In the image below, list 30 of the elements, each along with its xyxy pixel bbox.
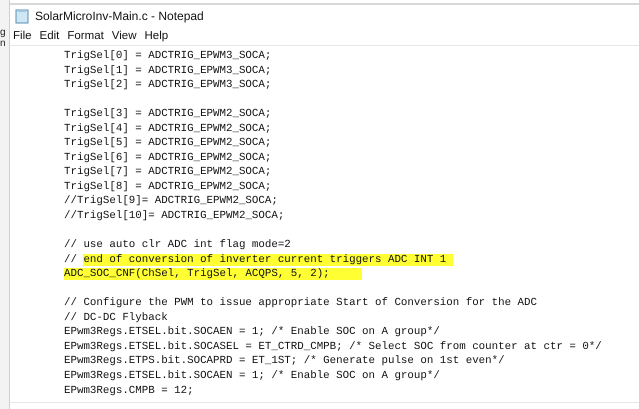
code-line: TrigSel[7] = ADCTRIG_EPWM2_SOCA; (64, 165, 272, 180)
menu-item[interactable]: File (10, 28, 35, 44)
code-line: //TrigSel[9]= ADCTRIG_EPWM2_SOCA; (64, 194, 279, 210)
menu-item[interactable]: Format (64, 28, 107, 44)
code-line: EPwm3Regs.ETPS.bit.SOCAPRD = ET_1ST; /* Generate pulse on 1st even*/ (64, 354, 506, 370)
menu-item[interactable]: Help (142, 28, 172, 44)
code-line: TrigSel[3] = ADCTRIG_EPWM2_SOCA; (64, 107, 272, 122)
code-line: // DC-DC Flyback (64, 310, 169, 326)
code-line: EPwm3Regs.ETSEL.bit.SOCAEN = 1; /* Enable SOC on A group*/ (64, 325, 441, 340)
code-line: TrigSel[2] = ADCTRIG_EPWM3_SOCA; (64, 78, 272, 93)
background-window-text: g (0, 27, 7, 38)
text-editor[interactable] (10, 45, 639, 403)
window-title: SolarMicroInv-Main.c - Notepad (35, 8, 204, 25)
code-line: TrigSel[1] = ADCTRIG_EPWM3_SOCA; (64, 64, 272, 78)
code-line: EPwm3Regs.ETSEL.bit.SOCAEN = 1; /* Enable SOC on A group*/ (64, 369, 441, 384)
menu-item[interactable]: Edit (36, 28, 62, 44)
code-line: TrigSel[5] = ADCTRIG_EPWM2_SOCA; (64, 136, 272, 151)
background-window-text: n (0, 38, 7, 49)
code-line: // use auto clr ADC int flag mode=2 (64, 238, 292, 253)
code-line: TrigSel[4] = ADCTRIG_EPWM2_SOCA; (64, 122, 272, 136)
code-line: // Configure the PWM to issue appropriate Start of Conversion for the ADC (64, 296, 538, 311)
menu-item[interactable]: View (108, 28, 140, 44)
code-line: TrigSel[0] = ADCTRIG_EPWM3_SOCA; (64, 49, 272, 64)
code-line: EPwm3Regs.ETSEL.bit.SOCASEL = ET_CTRD_CMPB; /* Select SOC from counter at ctr = 0*/ (64, 340, 603, 354)
code-line: ADC_SOC_CNF(ChSel, TrigSel, ACQPS, 5, 2); (64, 267, 639, 282)
code-line: EPwm3Regs.CMPB = 12; (64, 384, 195, 398)
code-line: TrigSel[8] = ADCTRIG_EPWM2_SOCA; (64, 180, 272, 194)
notepad-icon (15, 8, 29, 24)
code-line: TrigSel[6] = ADCTRIG_EPWM2_SOCA; (64, 150, 272, 166)
code-line: //TrigSel[10]= ADCTRIG_EPWM2_SOCA; (64, 209, 286, 224)
